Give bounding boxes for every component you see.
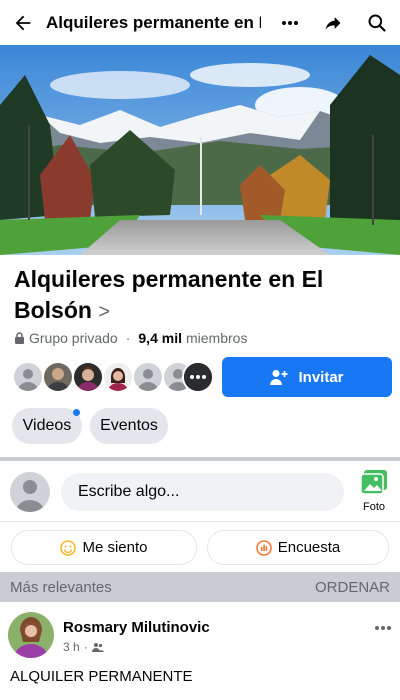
more-members-avatar [182,361,214,393]
feeling-button[interactable]: Me siento [12,531,196,564]
group-name-text: Alquileres permanente en El Bolsón [14,266,324,323]
share-icon [325,16,341,30]
user-avatar[interactable] [10,472,50,512]
post-meta-separator: · [83,640,88,654]
cover-photo[interactable] [0,45,400,255]
member-avatar [102,361,134,393]
privacy-label: Grupo privado [29,330,118,346]
add-person-icon [270,370,288,385]
tab-videos-label: Videos [22,417,72,434]
post-time[interactable]: 3 h [63,640,80,654]
poll-label: Encuesta [277,539,341,556]
top-bar: Alquileres permanente en E... [0,0,400,45]
member-avatar [12,361,44,393]
tab-events-label: Eventos [100,417,158,434]
sort-button[interactable]: ORDENAR [315,579,390,596]
group-name[interactable]: Alquileres permanente en El Bolsón > [14,264,386,328]
search-icon [368,14,386,32]
lock-icon [15,332,24,344]
more-dots-icon [375,626,391,630]
cover-landscape-image [0,45,400,255]
composer-input[interactable]: Escribe algo... [61,473,344,511]
poll-button[interactable]: Encuesta [208,531,388,564]
notification-dot [73,409,80,416]
group-meta: Grupo privado · 9,4 mil miembros [14,330,247,346]
member-avatar [132,361,164,393]
smiley-icon [60,539,77,556]
invite-button[interactable]: Invitar [222,357,392,397]
post-meta: 3 h · [63,640,104,654]
group-name-chevron: > [98,301,111,323]
share-button[interactable] [313,0,353,45]
photo-button[interactable]: Foto [354,470,394,513]
member-avatars[interactable] [12,361,214,393]
post-author-avatar[interactable] [8,612,54,658]
member-count[interactable]: 9,4 mil [138,330,182,346]
tab-events[interactable]: Eventos [90,408,168,444]
more-dots-icon [282,20,298,25]
search-button[interactable] [357,0,397,45]
tab-videos[interactable]: Videos [12,408,82,444]
group-members-icon [91,643,104,652]
more-dots-icon [184,363,212,391]
more-options-button[interactable] [270,0,310,45]
default-user-icon [10,472,50,512]
member-avatar [42,361,74,393]
feeling-label: Me siento [82,539,148,556]
photo-label: Foto [362,501,385,513]
composer-divider [0,521,400,522]
page-title: Alquileres permanente en E... [46,12,261,32]
post-options-button[interactable] [374,618,392,636]
back-button[interactable] [0,0,46,45]
poll-icon [255,539,272,556]
post-text: ALQUILER PERMANENTE [10,668,193,685]
section-divider [0,457,400,461]
meta-separator: · [125,330,131,346]
sort-current: Más relevantes [10,578,112,596]
feed-sort-bar: Más relevantes ORDENAR [0,572,400,602]
post-author-name[interactable]: Rosmary Milutinovic [63,619,210,636]
member-avatar [72,361,104,393]
back-arrow-icon [15,15,31,30]
invite-label: Invitar [298,368,344,386]
photo-icon [360,470,387,495]
member-label[interactable]: miembros [186,330,247,346]
